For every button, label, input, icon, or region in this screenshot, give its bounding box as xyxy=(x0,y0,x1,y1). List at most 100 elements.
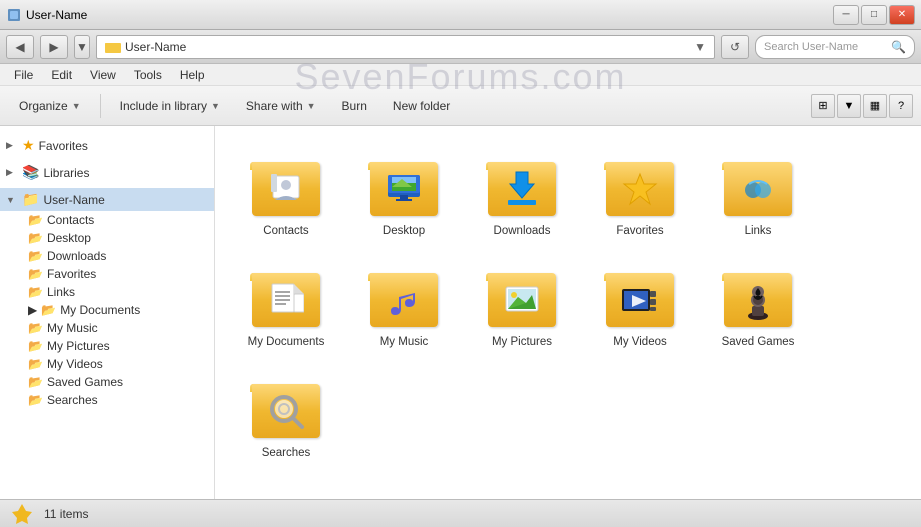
sidebar-favorites-header[interactable]: ▶ ★ Favorites xyxy=(0,134,214,157)
mydoc-folder-icon: 📂 xyxy=(41,303,56,317)
mymusic-icon xyxy=(368,259,440,331)
maximize-button[interactable]: □ xyxy=(861,5,887,25)
sidebar-libraries-header[interactable]: ▶ 📚 Libraries xyxy=(0,161,214,184)
libraries-expand-icon: ▶ xyxy=(6,167,18,178)
organize-button[interactable]: Organize ▼ xyxy=(8,92,92,120)
search-icon: 🔍 xyxy=(891,40,906,54)
back-button[interactable]: ◀ xyxy=(6,35,34,59)
window-icon xyxy=(6,7,22,23)
file-area: Contacts xyxy=(215,126,921,499)
mypictures-folder-icon: 📂 xyxy=(28,339,43,353)
sidebar-item-links[interactable]: 📂 Links xyxy=(0,283,214,301)
myvideos-icon xyxy=(604,259,676,331)
menu-view[interactable]: View xyxy=(82,66,124,84)
file-item-downloads[interactable]: Downloads xyxy=(467,142,577,245)
share-arrow: ▼ xyxy=(307,101,316,111)
file-item-links[interactable]: Links xyxy=(703,142,813,245)
menu-edit[interactable]: Edit xyxy=(43,66,80,84)
organize-arrow: ▼ xyxy=(72,101,81,111)
address-path: User-Name xyxy=(125,40,186,54)
sidebar-item-mypictures[interactable]: 📂 My Pictures xyxy=(0,337,214,355)
user-status-icon xyxy=(10,502,34,526)
file-item-favorites[interactable]: Favorites xyxy=(585,142,695,245)
favorites-expand-icon: ▶ xyxy=(6,140,18,151)
share-with-button[interactable]: Share with ▼ xyxy=(235,92,327,120)
myvideos-label: My Videos xyxy=(613,335,666,350)
sidebar-section-username: ▼ 📁 User-Name 📂 Contacts 📂 Desktop 📂 Dow… xyxy=(0,188,214,409)
file-item-searches[interactable]: Searches xyxy=(231,364,341,467)
sidebar-item-myvideos[interactable]: 📂 My Videos xyxy=(0,355,214,373)
help-button[interactable]: ? xyxy=(889,94,913,118)
mymusic-label: My Music xyxy=(380,335,429,350)
menu-tools[interactable]: Tools xyxy=(126,66,170,84)
sidebar-item-mymusic[interactable]: 📂 My Music xyxy=(0,319,214,337)
sidebar-item-contacts[interactable]: 📂 Contacts xyxy=(0,211,214,229)
sidebar-section-favorites: ▶ ★ Favorites xyxy=(0,134,214,157)
sidebar-username-header[interactable]: ▼ 📁 User-Name xyxy=(0,188,214,211)
title-bar: User-Name ─ □ ✕ xyxy=(0,0,921,30)
menu-help[interactable]: Help xyxy=(172,66,213,84)
address-bar: ◀ ▶ ▼ User-Name ▼ ↺ Search User-Name 🔍 xyxy=(0,30,921,64)
mydoc-expand-icon: ▶ xyxy=(28,303,37,317)
favorites-star-icon: ★ xyxy=(22,137,35,154)
contacts-icon xyxy=(250,148,322,220)
sidebar-item-desktop[interactable]: 📂 Desktop xyxy=(0,229,214,247)
mydocuments-icon xyxy=(250,259,322,331)
burn-button[interactable]: Burn xyxy=(331,92,378,120)
file-item-savedgames[interactable]: Saved Games xyxy=(703,253,813,356)
forward-button[interactable]: ▶ xyxy=(40,35,68,59)
searches-folder-icon: 📂 xyxy=(28,393,43,407)
username-expand-icon: ▼ xyxy=(6,195,18,205)
address-box[interactable]: User-Name ▼ xyxy=(96,35,715,59)
sidebar: ▶ ★ Favorites ▶ 📚 Libraries ▼ 📁 User-Nam… xyxy=(0,126,215,499)
search-placeholder: Search User-Name xyxy=(764,41,858,53)
sidebar-item-mydocuments[interactable]: ▶ 📂 My Documents xyxy=(0,301,214,319)
view-dropdown-button[interactable]: ▼ xyxy=(837,94,861,118)
address-dropdown-icon[interactable]: ▼ xyxy=(694,40,706,54)
libraries-icon: 📚 xyxy=(22,164,39,181)
favorites-label: Favorites xyxy=(39,139,88,153)
refresh-button[interactable]: ↺ xyxy=(721,35,749,59)
file-item-mypictures[interactable]: My Pictures xyxy=(467,253,577,356)
desktop-label: Desktop xyxy=(383,224,425,239)
recent-locations-button[interactable]: ▼ xyxy=(74,35,90,59)
window-title: User-Name xyxy=(26,8,87,22)
folder-address-icon xyxy=(105,39,121,55)
file-item-mymusic[interactable]: My Music xyxy=(349,253,459,356)
change-view-button[interactable]: ⊞ xyxy=(811,94,835,118)
contacts-label: Contacts xyxy=(263,224,308,239)
searches-label: Searches xyxy=(262,446,311,461)
close-button[interactable]: ✕ xyxy=(889,5,915,25)
sidebar-item-favorites[interactable]: 📂 Favorites xyxy=(0,265,214,283)
sidebar-section-libraries: ▶ 📚 Libraries xyxy=(0,161,214,184)
desktop-folder-icon: 📂 xyxy=(28,231,43,245)
menu-file[interactable]: File xyxy=(6,66,41,84)
file-item-desktop[interactable]: Desktop xyxy=(349,142,459,245)
file-item-myvideos[interactable]: My Videos xyxy=(585,253,695,356)
favorites-label: Favorites xyxy=(616,224,663,239)
preview-pane-button[interactable]: ▦ xyxy=(863,94,887,118)
username-label: User-Name xyxy=(43,193,104,207)
include-in-library-button[interactable]: Include in library ▼ xyxy=(109,92,231,120)
sidebar-item-searches[interactable]: 📂 Searches xyxy=(0,391,214,409)
new-folder-button[interactable]: New folder xyxy=(382,92,461,120)
mypictures-label: My Pictures xyxy=(492,335,552,350)
minimize-button[interactable]: ─ xyxy=(833,5,859,25)
links-label: Links xyxy=(745,224,772,239)
file-item-contacts[interactable]: Contacts xyxy=(231,142,341,245)
savedgames-folder-icon: 📂 xyxy=(28,375,43,389)
username-folder-icon: 📁 xyxy=(22,191,39,208)
myvideos-folder-icon: 📂 xyxy=(28,357,43,371)
savedgames-label: Saved Games xyxy=(722,335,795,350)
contacts-folder-icon: 📂 xyxy=(28,213,43,227)
mypictures-icon xyxy=(486,259,558,331)
file-item-mydocuments[interactable]: My Documents xyxy=(231,253,341,356)
desktop-icon xyxy=(368,148,440,220)
include-library-arrow: ▼ xyxy=(211,101,220,111)
downloads-icon xyxy=(486,148,558,220)
mymusic-folder-icon: 📂 xyxy=(28,321,43,335)
search-box[interactable]: Search User-Name 🔍 xyxy=(755,35,915,59)
sidebar-item-downloads[interactable]: 📂 Downloads xyxy=(0,247,214,265)
menu-bar: File Edit View Tools Help xyxy=(0,64,921,86)
sidebar-item-savedgames[interactable]: 📂 Saved Games xyxy=(0,373,214,391)
